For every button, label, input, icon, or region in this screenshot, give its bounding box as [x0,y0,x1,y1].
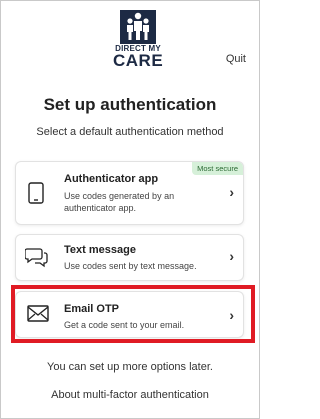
selection-highlight [11,285,255,343]
chat-bubble-icon [24,246,49,273]
phone-icon [27,182,45,209]
method-name: Authenticator app [64,173,159,185]
brand-line2: CARE [113,51,164,70]
method-name: Text message [64,244,136,256]
method-card-authenticator-app[interactable]: Most secure Authenticator app Use codes … [15,161,244,225]
method-description: Use codes sent by text message. [64,261,197,271]
method-description: Use codes generated by an authenticator … [64,191,175,213]
most-secure-badge: Most secure [192,162,243,175]
people-logo-icon [120,10,156,44]
mfa-info-link[interactable]: About multi-factor authentication [0,389,260,401]
page-title: Set up authentication [43,95,217,114]
brand-logo: DIRECT MY CARE [113,10,163,88]
method-card-text-message[interactable]: Text message Use codes sent by text mess… [15,234,244,281]
chevron-right-icon: › [229,248,234,264]
chevron-right-icon: › [229,184,234,200]
quit-link[interactable]: Quit [226,53,246,65]
footer-note: You can set up more options later. [47,361,213,373]
page-subtitle: Select a default authentication method [36,126,224,138]
